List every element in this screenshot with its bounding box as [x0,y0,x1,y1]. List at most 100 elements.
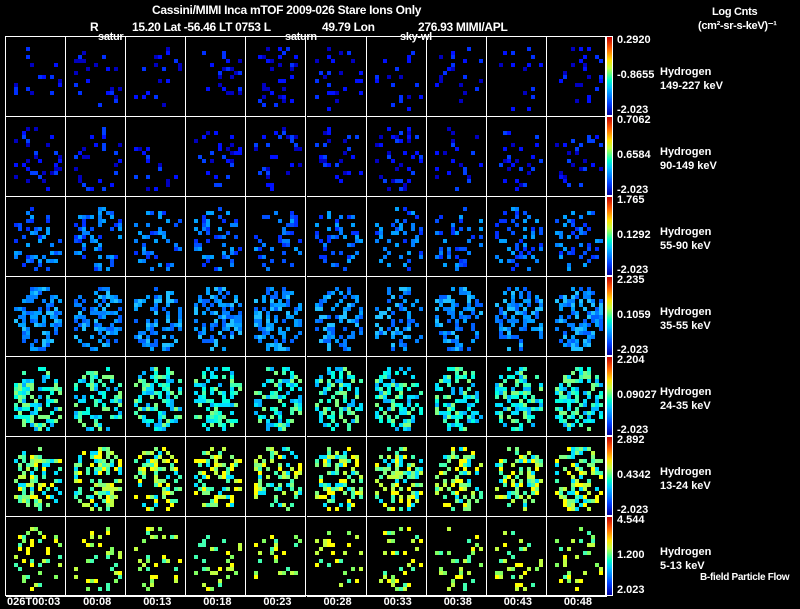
heatmap-pixel [358,479,363,483]
heatmap-pixel [418,307,423,311]
heatmap-pixel [446,319,451,323]
heatmap-pixel [238,71,243,75]
heatmap-pixel [358,91,363,95]
heatmap-pixel [42,171,46,175]
heatmap-pixel [586,483,591,487]
heatmap-pixel [410,455,415,459]
heatmap-pixel [478,415,483,419]
colorbar [606,356,613,436]
heatmap-pixel [450,159,455,163]
heatmap-pixel [22,579,26,583]
heatmap-pixel [230,503,235,507]
heatmap-pixel [86,155,91,159]
heatmap-pixel [386,239,391,243]
heatmap-pixel [98,247,103,251]
channel-label: Hydrogen 13-24 keV [660,465,711,493]
heatmap-pixel [502,559,507,563]
heatmap-pixel [326,83,331,87]
heatmap-pixel [218,75,223,79]
heatmap-pixel [354,419,359,423]
heatmap-pixel [502,543,507,547]
heatmap-pixel [178,407,183,411]
heatmap-pixel [462,319,467,323]
colorbar-max-label: 1.765 [617,194,645,206]
heatmap-pixel [378,579,383,583]
heatmap-pixel [146,187,151,191]
heatmap-pixel [438,387,443,391]
heatmap-pixel [86,323,91,327]
heatmap-pixel [350,503,355,507]
heatmap-pixel [342,463,347,467]
heatmap-pixel [470,383,475,387]
heatmap-pixel [110,503,115,507]
heatmap-pixel [578,475,583,479]
heatmap-pixel [266,475,271,479]
heatmap-pixel [598,239,603,243]
heatmap-pixel [330,427,335,431]
heatmap-pixel [238,459,243,463]
heatmap-pixel [554,463,559,467]
heatmap-pixel [74,403,79,407]
heatmap-pixel [334,235,339,239]
heatmap-pixel [570,251,575,255]
colorbar-mid-label: 0.1292 [617,229,651,241]
heatmap-pixel [438,551,443,555]
heatmap-pixel [390,499,395,503]
heatmap-pixel [154,563,159,567]
heatmap-pixel [326,227,331,231]
heatmap-pixel [390,159,395,163]
heatmap-pixel [578,255,583,259]
heatmap-pixel [346,543,351,547]
heatmap-pixel [222,295,227,299]
heatmap-pixel [410,227,415,231]
heatmap-pixel [354,395,359,399]
heatmap-pixel [314,59,319,63]
heatmap-pixel [298,379,303,383]
heatmap-pixel [466,179,471,183]
heatmap-pixel [506,131,511,135]
heatmap-pixel [354,579,359,583]
heatmap-pixel [406,367,411,371]
heatmap-pixel [290,163,295,167]
heatmap-pixel [58,543,62,547]
heatmap-pixel [50,339,54,343]
heatmap-pixel [262,103,267,107]
colorbar [606,276,613,356]
heatmap-pixel [466,571,471,575]
heatmap-pixel [38,563,42,567]
heatmap-pixel [538,63,543,67]
image-cell [426,357,487,437]
heatmap-pixel [94,347,99,351]
heatmap-pixel [298,323,303,327]
energy-label: 90-149 keV [660,160,717,172]
heatmap-pixel [46,403,50,407]
heatmap-pixel [398,163,403,167]
heatmap-pixel [470,455,475,459]
heatmap-pixel [154,503,159,507]
heatmap-pixel [198,231,203,235]
heatmap-pixel [494,395,499,399]
image-cell [66,37,127,117]
heatmap-pixel [174,299,179,303]
heatmap-pixel [354,299,359,303]
heatmap-pixel [14,139,18,143]
heatmap-pixel [30,563,34,567]
heatmap-pixel [566,315,571,319]
heatmap-pixel [218,455,223,459]
heatmap-pixel [354,535,359,539]
image-cell [486,117,547,197]
heatmap-pixel [454,303,459,307]
heatmap-pixel [402,231,407,235]
heatmap-pixel [410,375,415,379]
heatmap-pixel [346,171,351,175]
heatmap-pixel [30,259,34,263]
heatmap-pixel [98,179,103,183]
heatmap-pixel [46,503,50,507]
heatmap-pixel [82,299,87,303]
heatmap-pixel [238,91,243,95]
heatmap-pixel [386,263,391,267]
heatmap-pixel [470,579,475,583]
heatmap-pixel [58,415,62,419]
image-cell [546,437,607,517]
heatmap-pixel [294,571,299,575]
